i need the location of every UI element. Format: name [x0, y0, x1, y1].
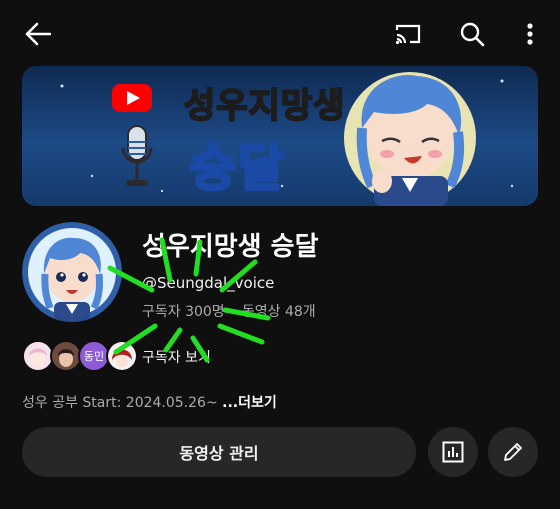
analytics-button[interactable] — [428, 427, 478, 477]
top-app-bar — [0, 0, 560, 64]
microphone-icon — [121, 125, 153, 186]
manage-videos-button[interactable]: 동영상 관리 — [22, 427, 416, 477]
search-icon[interactable] — [452, 14, 492, 54]
more-link[interactable]: ...더보기 — [222, 395, 277, 411]
description-text: 성우 공부 Start: 2024.05.26~ — [22, 395, 223, 411]
view-subscribers-link[interactable]: 구독자 보기 — [142, 347, 211, 367]
channel-description[interactable]: 성우 공부 Start: 2024.05.26~ ...더보기 — [22, 392, 277, 412]
youtube-logo-icon — [112, 84, 152, 112]
subscriber-avatar-initials: 동민 — [83, 350, 105, 363]
channel-handle: @Seungdal_voice — [142, 274, 275, 292]
channel-banner: 성우지망생 승달 — [22, 66, 538, 206]
analytics-icon — [442, 441, 464, 463]
subscribers-row[interactable]: 동민 구독자 보기 — [22, 338, 322, 372]
subscriber-avatar — [106, 340, 138, 372]
banner-title: 성우지망생 — [183, 85, 346, 127]
edit-channel-button[interactable] — [488, 427, 538, 477]
edit-pencil-icon — [504, 443, 522, 461]
channel-stats: 구독자 300명 • 동영상 48개 — [142, 304, 316, 320]
cast-icon[interactable] — [388, 14, 428, 54]
channel-name: 성우지망생 승달 — [142, 232, 319, 262]
banner-subtitle: 승달 — [189, 138, 286, 199]
channel-avatar[interactable] — [22, 222, 122, 322]
back-arrow-icon[interactable] — [18, 14, 58, 54]
more-vert-icon[interactable] — [510, 14, 550, 54]
